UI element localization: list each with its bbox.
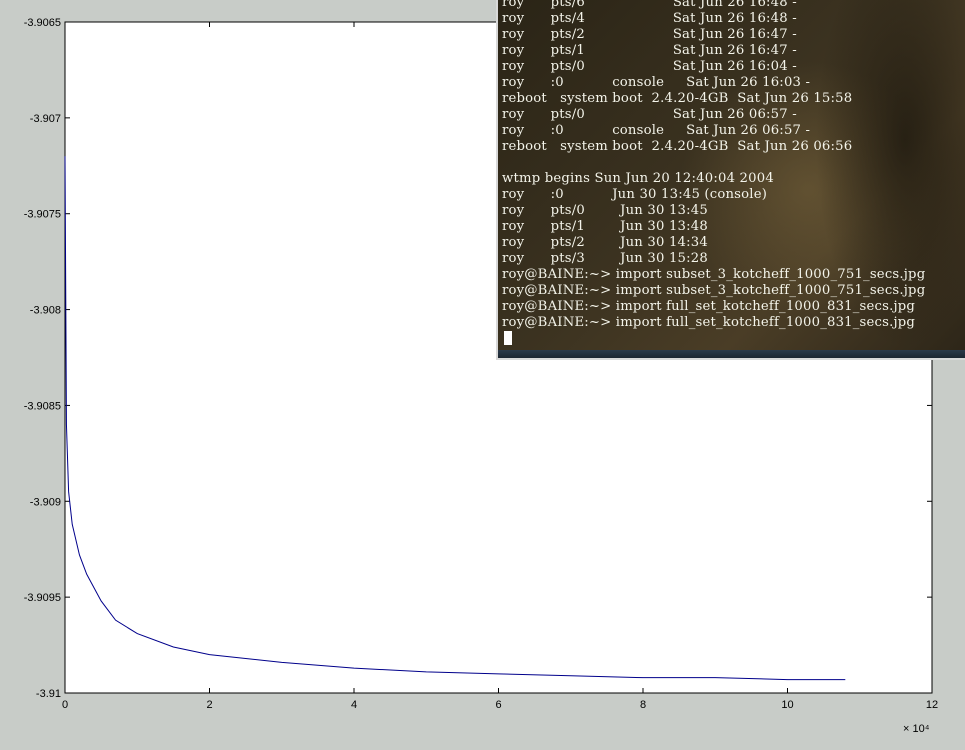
x-exponent-label: × 10⁴ xyxy=(903,723,930,735)
y-tick-label: -3.9085 xyxy=(24,400,61,412)
terminal-line: wtmp begins Sun Jun 20 12:40:04 2004 xyxy=(502,171,774,186)
terminal-cursor xyxy=(504,331,512,345)
terminal-window[interactable]: roy pts/6 Sat Jun 26 16:48 - roy pts/4 Sa… xyxy=(496,0,965,360)
terminal-line: roy :0 Jun 30 13:45 (console) xyxy=(502,187,768,202)
terminal-line: roy pts/1 Sat Jun 26 16:47 - xyxy=(502,43,797,58)
terminal-line: roy@BAINE:~> import subset_3_kotcheff_10… xyxy=(502,283,926,298)
y-tick-label: -3.9075 xyxy=(24,209,61,221)
terminal-line: roy@BAINE:~> import full_set_kotcheff_10… xyxy=(502,299,916,314)
terminal-line: roy pts/2 Sat Jun 26 16:47 - xyxy=(502,27,797,42)
terminal-line: roy pts/0 Jun 30 13:45 xyxy=(502,203,708,218)
terminal-line: roy pts/3 Jun 30 15:28 xyxy=(502,251,708,266)
terminal-line: roy pts/1 Jun 30 13:48 xyxy=(502,219,708,234)
terminal-line: roy :0 console Sat Jun 26 06:57 - xyxy=(502,123,811,138)
x-tick-label: 0 xyxy=(62,699,68,711)
x-tick-label: 4 xyxy=(351,699,357,711)
terminal-line: roy pts/2 Jun 30 14:34 xyxy=(502,235,708,250)
terminal-line: roy pts/6 Sat Jun 26 16:48 - xyxy=(502,0,797,10)
terminal-line: roy pts/4 Sat Jun 26 16:48 - xyxy=(502,11,797,26)
y-tick-label: -3.9095 xyxy=(24,592,61,604)
y-tick-label: -3.909 xyxy=(30,496,61,508)
terminal-line: roy pts/0 Sat Jun 26 16:04 - xyxy=(502,59,797,74)
terminal-line: reboot system boot 2.4.20-4GB Sat Jun 26… xyxy=(502,91,853,106)
y-tick-label: -3.91 xyxy=(36,688,61,700)
y-tick-label: -3.9065 xyxy=(24,17,61,29)
x-tick-label: 10 xyxy=(781,699,793,711)
x-tick-label: 8 xyxy=(640,699,646,711)
terminal-output[interactable]: roy pts/6 Sat Jun 26 16:48 - roy pts/4 Sa… xyxy=(502,0,965,331)
terminal-line: reboot system boot 2.4.20-4GB Sat Jun 26… xyxy=(502,139,853,154)
terminal-line: roy :0 console Sat Jun 26 16:03 - xyxy=(502,75,811,90)
terminal-bottom-border xyxy=(498,350,965,358)
terminal-line: roy@BAINE:~> import subset_3_kotcheff_10… xyxy=(502,267,926,282)
x-tick-label: 2 xyxy=(206,699,212,711)
y-tick-label: -3.907 xyxy=(30,113,61,125)
x-tick-label: 12 xyxy=(926,699,938,711)
y-tick-label: -3.908 xyxy=(30,305,61,317)
x-tick-label: 6 xyxy=(495,699,501,711)
terminal-line: roy@BAINE:~> import full_set_kotcheff_10… xyxy=(502,315,916,330)
terminal-line: roy pts/0 Sat Jun 26 06:57 - xyxy=(502,107,797,122)
